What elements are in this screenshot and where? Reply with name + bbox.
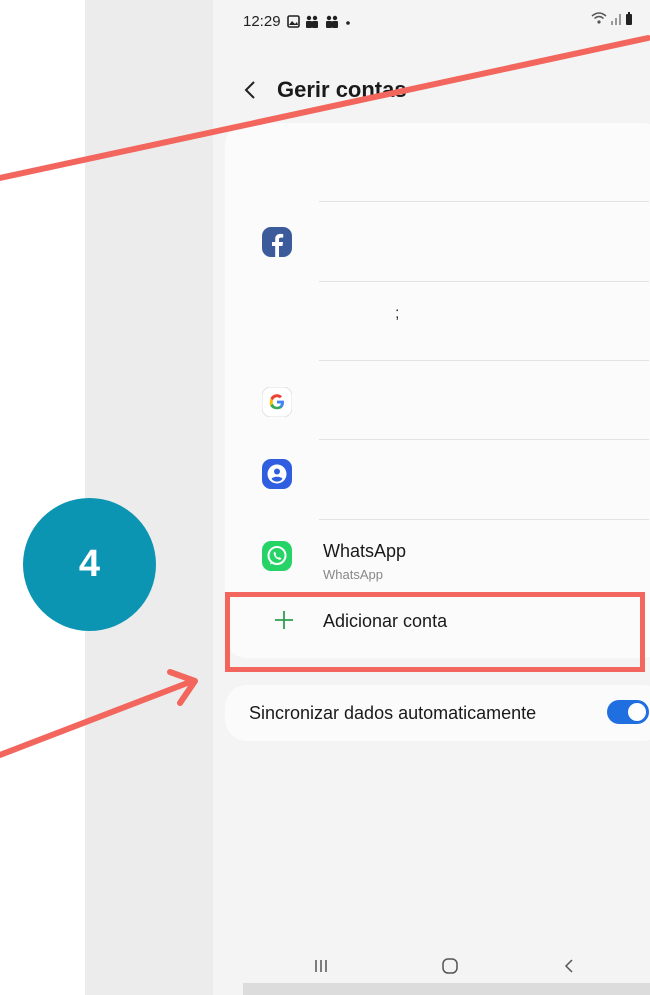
annotation-arrow-top (0, 35, 650, 181)
highlight-box (225, 592, 645, 672)
step-badge: 4 (23, 498, 156, 631)
annotation-arrow-bottom (0, 679, 193, 758)
